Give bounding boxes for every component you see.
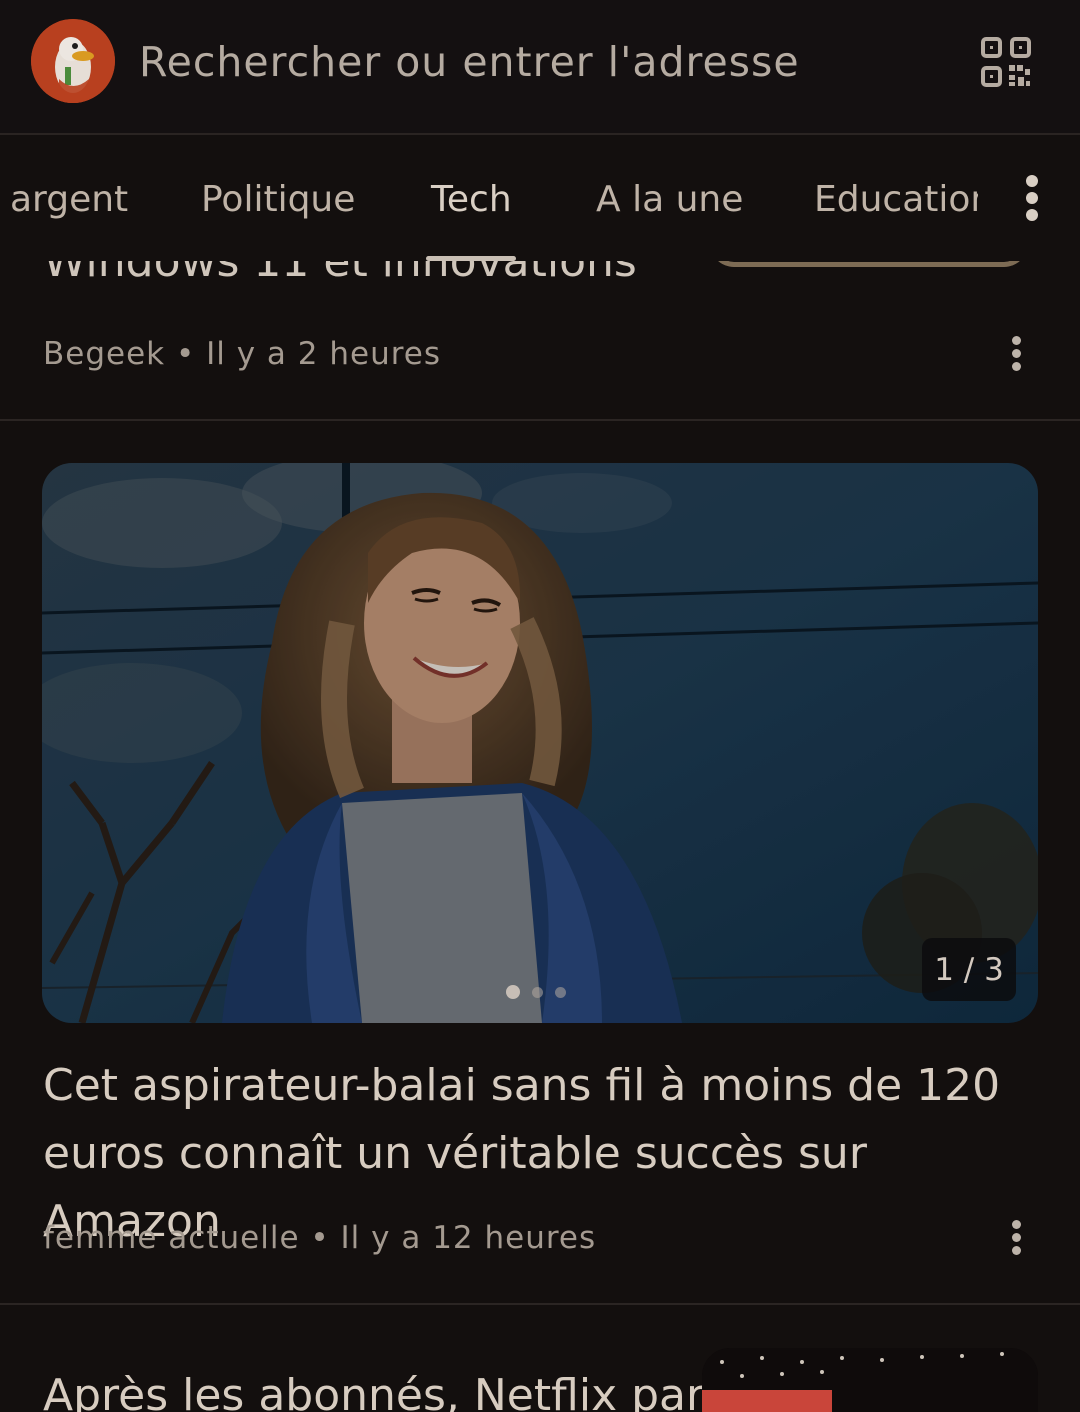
tab-education[interactable]: Education — [814, 179, 978, 220]
search-input[interactable]: Rechercher ou entrer l'adresse — [139, 38, 800, 86]
article-2-image-gallery[interactable]: 1 / 3 — [42, 463, 1038, 1023]
tab-a-la-une[interactable]: A la une — [596, 179, 743, 220]
gallery-dot[interactable] — [532, 986, 543, 998]
article-1-meta: Begeek • Il y a 2 heures — [43, 336, 441, 372]
article-3-title[interactable]: Après les abonnés, Netflix part — [43, 1370, 721, 1412]
tab-argent[interactable]: argent — [10, 179, 128, 220]
gallery-dot[interactable] — [555, 986, 566, 998]
tabs-more-icon[interactable] — [1010, 173, 1054, 223]
article-2-photo — [42, 463, 1038, 1023]
article-3-thumbnail[interactable] — [702, 1348, 1038, 1412]
duckduckgo-logo[interactable] — [31, 19, 115, 103]
qr-code-icon[interactable] — [980, 36, 1032, 88]
article-2-source: femme actuelle — [43, 1220, 300, 1256]
article-2-more-icon[interactable] — [998, 1214, 1038, 1262]
gallery-counter: 1 / 3 — [922, 938, 1016, 1001]
tab-tech[interactable]: Tech — [431, 179, 512, 220]
meta-separator: • — [299, 1220, 341, 1256]
article-1-source: Begeek — [43, 336, 166, 372]
article-1-time: Il y a 2 heures — [206, 336, 442, 372]
category-tabs: argent Politique Tech A la une Education — [0, 137, 1080, 261]
search-bar[interactable]: Rechercher ou entrer l'adresse — [0, 0, 1080, 135]
article-1-more-icon[interactable] — [998, 330, 1038, 378]
article-2-time: Il y a 12 heures — [340, 1220, 597, 1256]
article-2-meta: femme actuelle • Il y a 12 heures — [43, 1220, 596, 1256]
article-divider — [0, 1303, 1080, 1305]
gallery-dots — [506, 985, 566, 999]
news-feed-page: Rechercher ou entrer l'adresse argent Po… — [0, 0, 1080, 1412]
active-tab-indicator — [426, 256, 516, 261]
article-divider — [0, 419, 1080, 421]
tab-politique[interactable]: Politique — [201, 179, 355, 220]
gallery-dot[interactable] — [506, 985, 520, 999]
meta-separator: • — [165, 336, 207, 372]
